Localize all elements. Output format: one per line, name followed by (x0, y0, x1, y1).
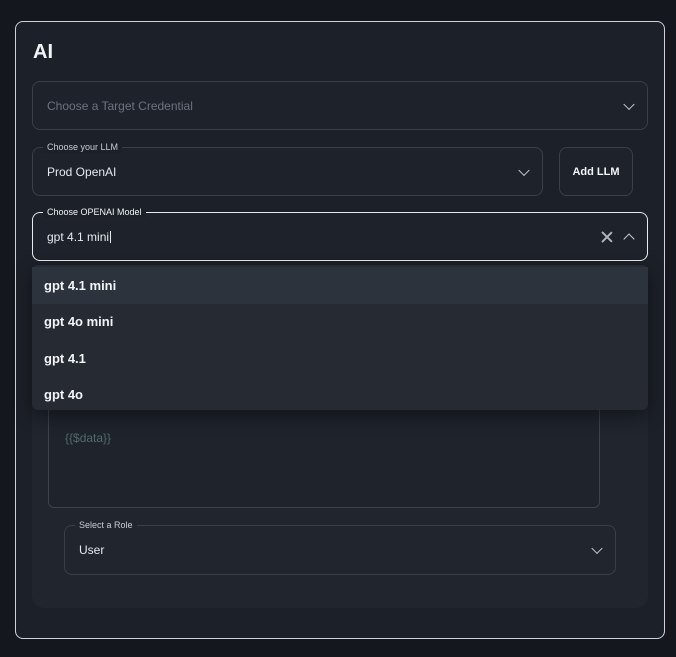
text-caret (110, 231, 112, 244)
role-value: User (79, 543, 105, 557)
model-option[interactable]: gpt 4.1 (32, 340, 648, 377)
model-input[interactable]: gpt 4.1 mini (47, 229, 112, 244)
model-option[interactable]: gpt 4o mini (32, 304, 648, 341)
model-select[interactable]: Choose OPENAI Model gpt 4.1 mini (32, 206, 648, 261)
clear-icon[interactable] (601, 231, 613, 243)
model-label: Choose OPENAI Model (43, 206, 146, 218)
llm-label: Choose your LLM (43, 141, 123, 153)
target-credential-placeholder: Choose a Target Credential (47, 98, 193, 113)
llm-value: Prod OpenAI (47, 164, 117, 179)
message-textarea[interactable]: {{$data}} (48, 406, 600, 508)
model-option[interactable]: gpt 4.1 mini (32, 267, 648, 304)
role-select[interactable]: Select a Role User (64, 519, 616, 575)
chevron-down-icon (623, 98, 635, 110)
target-credential-select[interactable]: Choose a Target Credential (32, 81, 648, 130)
chevron-down-icon (591, 542, 603, 555)
add-llm-button[interactable]: Add LLM (559, 147, 633, 196)
model-option[interactable]: gpt 4o (32, 377, 648, 414)
chevron-up-icon[interactable] (623, 232, 635, 245)
model-options-list: gpt 4.1 mini gpt 4o mini gpt 4.1 gpt 4o (32, 265, 648, 410)
chevron-down-icon (518, 164, 530, 176)
role-label: Select a Role (75, 519, 137, 531)
message-placeholder: {{$data}} (65, 431, 112, 445)
panel-title: AI (33, 41, 53, 63)
model-input-text: gpt 4.1 mini (47, 229, 110, 244)
llm-select[interactable]: Choose your LLM Prod OpenAI (32, 141, 543, 196)
